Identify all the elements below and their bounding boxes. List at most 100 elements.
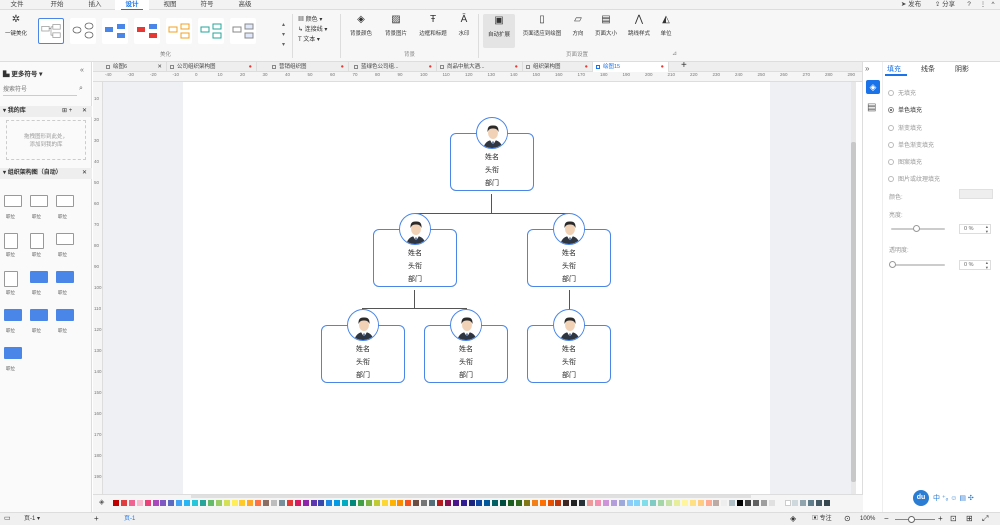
color-swatch[interactable] xyxy=(326,500,333,506)
color-swatch[interactable] xyxy=(223,500,230,506)
color-swatch[interactable] xyxy=(816,500,823,506)
org-shape-thumbnail[interactable] xyxy=(56,233,74,245)
background-color-button[interactable]: ◈ 背景颜色 xyxy=(346,14,376,37)
color-swatch[interactable] xyxy=(468,500,475,506)
doc-tab[interactable]: 尚品中航大酒... ● xyxy=(437,62,523,72)
node-department[interactable]: 部门 xyxy=(528,370,610,380)
fill-tool-icon[interactable]: ◈ xyxy=(866,80,880,94)
transparency-slider[interactable] xyxy=(891,264,945,266)
color-swatch[interactable] xyxy=(555,500,562,506)
color-swatch[interactable] xyxy=(381,500,388,506)
unit-button[interactable]: ◭ 单位 xyxy=(656,14,676,37)
tab-line[interactable]: 线条 xyxy=(921,64,935,74)
style-preset-3[interactable] xyxy=(102,18,128,44)
color-swatch[interactable] xyxy=(334,500,341,506)
org-shape-thumbnail[interactable] xyxy=(30,195,48,207)
org-shape-thumbnail[interactable] xyxy=(4,195,22,207)
color-swatch[interactable] xyxy=(808,500,815,506)
color-swatch[interactable] xyxy=(302,500,309,506)
color-swatch[interactable] xyxy=(626,500,633,506)
new-tab-icon[interactable]: + xyxy=(681,60,687,71)
color-swatch[interactable] xyxy=(563,500,570,506)
org-shape-thumbnail[interactable] xyxy=(56,195,74,207)
color-menu[interactable]: ▦ 颜色 ▾ xyxy=(298,15,327,25)
help-icon[interactable]: ? xyxy=(962,0,976,10)
color-swatch[interactable] xyxy=(776,500,783,506)
doc-tab[interactable]: 蓝绿色公司组... ● xyxy=(351,62,437,72)
color-swatch[interactable] xyxy=(436,500,443,506)
color-swatch[interactable] xyxy=(587,500,593,506)
color-swatch[interactable] xyxy=(745,500,751,506)
style-preset-6[interactable] xyxy=(198,18,224,44)
color-swatch[interactable] xyxy=(152,500,159,506)
color-swatch[interactable] xyxy=(697,500,704,506)
node-department[interactable]: 部门 xyxy=(374,274,456,284)
tab-advanced[interactable]: 高级 xyxy=(228,0,262,10)
transparency-slider-knob[interactable] xyxy=(889,261,896,268)
color-swatch[interactable] xyxy=(405,500,412,506)
node-name[interactable]: 姓名 xyxy=(425,344,507,354)
color-swatch[interactable] xyxy=(721,500,728,506)
color-swatch[interactable] xyxy=(215,500,222,506)
fit-page-button[interactable]: ▯ 页面适应到绘图 xyxy=(519,14,565,37)
node-name[interactable]: 姓名 xyxy=(528,248,610,258)
color-swatch[interactable] xyxy=(729,500,736,506)
color-swatch[interactable] xyxy=(752,500,759,506)
org-shape-thumbnail[interactable] xyxy=(4,233,18,249)
color-swatch[interactable] xyxy=(476,500,483,506)
color-swatch[interactable] xyxy=(539,500,546,506)
node-department[interactable]: 部门 xyxy=(425,370,507,380)
color-swatch[interactable] xyxy=(255,500,262,506)
color-swatch[interactable] xyxy=(800,500,807,506)
color-swatch[interactable] xyxy=(397,500,404,506)
tab-start[interactable]: 开始 xyxy=(40,0,74,10)
color-swatch[interactable] xyxy=(594,500,601,506)
node-title[interactable]: 头衔 xyxy=(528,357,610,367)
node-title[interactable]: 头衔 xyxy=(425,357,507,367)
org-shape-thumbnail[interactable] xyxy=(30,309,48,321)
color-swatch[interactable] xyxy=(278,500,285,506)
auto-expand-button[interactable]: ▣ 自动扩展 xyxy=(483,14,515,48)
color-swatch[interactable] xyxy=(231,500,238,506)
color-swatch[interactable] xyxy=(192,500,198,506)
color-swatch[interactable] xyxy=(452,500,459,506)
close-icon[interactable]: ✕ xyxy=(82,106,87,117)
node-title[interactable]: 头衔 xyxy=(374,261,456,271)
color-swatch[interactable] xyxy=(784,500,791,506)
tab-design[interactable]: 设计 xyxy=(115,0,149,10)
tab-view[interactable]: 视图 xyxy=(153,0,187,10)
color-swatch[interactable] xyxy=(160,500,167,506)
style-preset-2[interactable] xyxy=(70,18,96,44)
color-swatch[interactable] xyxy=(365,500,372,506)
fit-window-icon[interactable]: ⊡ xyxy=(950,513,957,525)
color-swatch[interactable] xyxy=(673,500,680,506)
tab-file[interactable]: 文件 xyxy=(0,0,34,10)
color-swatch[interactable] xyxy=(429,500,435,506)
doc-tab-active[interactable]: 绘图15 ● xyxy=(593,62,669,72)
color-swatch[interactable] xyxy=(136,500,143,506)
color-swatch[interactable] xyxy=(342,500,349,506)
fill-bucket-icon[interactable]: ◈ xyxy=(99,498,104,506)
style-preset-7[interactable] xyxy=(230,18,256,44)
close-icon[interactable]: ✕ xyxy=(82,168,87,179)
page-tab[interactable]: 页-1 xyxy=(124,513,135,525)
color-swatch[interactable] xyxy=(413,500,420,506)
tab-fill[interactable]: 填充 xyxy=(887,64,901,74)
doc-tab[interactable]: 组织架构图 ● xyxy=(523,62,593,72)
color-swatch[interactable] xyxy=(176,500,183,506)
color-swatch[interactable] xyxy=(713,500,720,506)
color-swatch[interactable] xyxy=(421,500,428,506)
zoom-slider[interactable] xyxy=(895,519,935,520)
org-shape-thumbnail[interactable] xyxy=(4,271,18,287)
stepper-icon[interactable]: ▴ ▾ xyxy=(986,260,988,270)
close-tab-icon[interactable]: ✕ xyxy=(157,62,162,72)
play-icon[interactable]: ⊙ xyxy=(844,513,851,525)
color-swatch[interactable] xyxy=(658,500,665,506)
style-preset-1[interactable] xyxy=(38,18,64,44)
style-preset-4[interactable] xyxy=(134,18,160,44)
color-swatch[interactable] xyxy=(350,500,356,506)
orientation-button[interactable]: ▱ 方向 xyxy=(568,14,588,37)
org-shape-thumbnail[interactable] xyxy=(56,309,74,321)
tab-insert[interactable]: 插入 xyxy=(78,0,112,10)
focus-button[interactable]: ▣ 专注 xyxy=(812,513,832,525)
